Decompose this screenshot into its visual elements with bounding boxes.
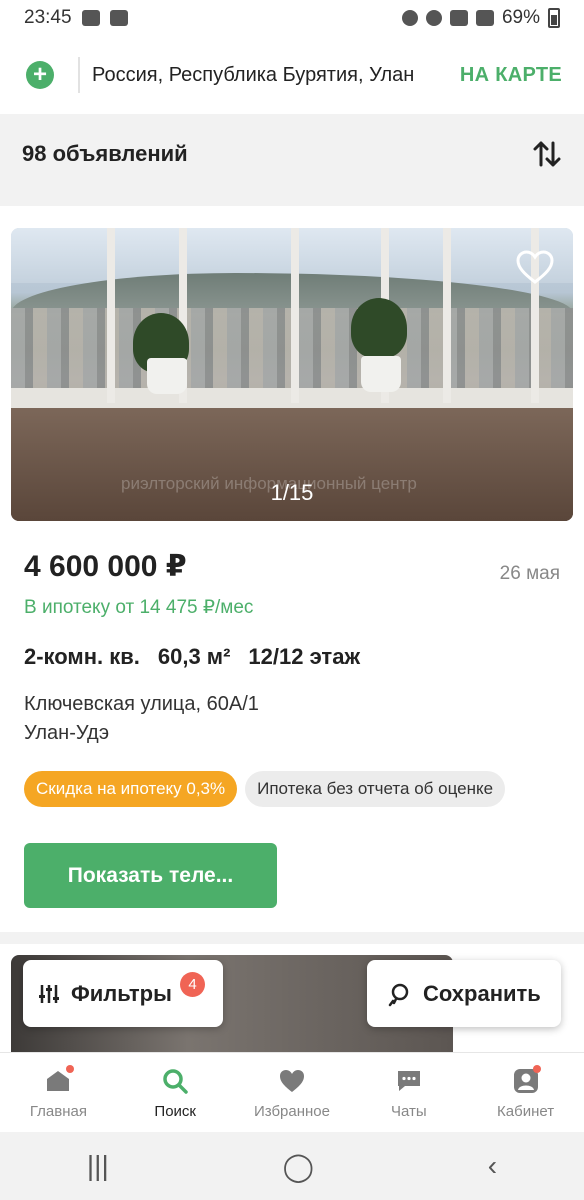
- address-city: Улан-Удэ: [24, 722, 110, 744]
- nav-chats[interactable]: Чаты: [350, 1053, 467, 1132]
- gallery-icon: [81, 10, 100, 26]
- listing-date: 26 мая: [499, 563, 560, 584]
- nav-favorites-label: Избранное: [253, 1103, 330, 1120]
- favorite-heart-icon[interactable]: [515, 248, 555, 288]
- nav-home[interactable]: Главная: [0, 1053, 117, 1132]
- status-bar: 23:45 69%: [0, 0, 584, 36]
- listing-params: 2-комн. кв. 60,3 м² 12/12 этаж: [24, 644, 360, 670]
- tag-discount: Скидка на ипотеку 0,3%: [24, 771, 238, 807]
- location-field[interactable]: Россия, Республика Бурятия, Улан: [92, 64, 436, 87]
- show-phone-button[interactable]: Показать теле...: [24, 843, 277, 908]
- nav-chats-label: Чаты: [390, 1103, 427, 1120]
- rooms: 2-комн. кв.: [24, 644, 140, 669]
- nav-cabinet[interactable]: Кабинет: [467, 1053, 584, 1132]
- heart-icon: [279, 1070, 304, 1092]
- listing-photo[interactable]: риэлторский информационный центр 1/15: [11, 228, 573, 521]
- alarm-icon: [401, 10, 418, 26]
- photo-counter: 1/15: [270, 480, 314, 505]
- filters-count-badge: 4: [180, 972, 205, 997]
- chat-icon: [397, 1071, 420, 1091]
- results-count: 98 объявлений: [22, 141, 188, 166]
- sort-icon[interactable]: [532, 139, 562, 169]
- map-button[interactable]: НА КАРТЕ: [460, 64, 562, 87]
- nav-search-label: Поиск: [154, 1103, 196, 1120]
- filter-sliders-icon: [39, 984, 59, 1003]
- battery-icon: [548, 8, 560, 28]
- divider: [78, 57, 80, 93]
- results-bar: 98 объявлений: [0, 114, 584, 194]
- back-icon[interactable]: ‹: [488, 1150, 497, 1182]
- nav-search[interactable]: Поиск: [117, 1053, 234, 1132]
- listing-card[interactable]: риэлторский информационный центр 1/15 4 …: [0, 206, 584, 932]
- mortgage-link[interactable]: В ипотеку от 14 475 ₽/мес: [24, 596, 253, 619]
- area: 60,3 м²: [157, 644, 231, 669]
- home-circle-icon[interactable]: ◯: [283, 1150, 314, 1183]
- listing-price: 4 600 000 ₽: [24, 550, 187, 583]
- nav-cabinet-label: Кабинет: [497, 1103, 555, 1120]
- search-icon: [163, 1069, 188, 1094]
- add-plus-icon[interactable]: +: [26, 61, 54, 89]
- save-search-icon: [388, 983, 409, 1006]
- filters-label: Фильтры: [71, 980, 172, 1006]
- battery-percent: 69%: [501, 7, 540, 28]
- tag-no-appraisal: Ипотека без отчета об оценке: [245, 771, 506, 807]
- wifi-icon: [449, 10, 468, 26]
- location-icon: [425, 10, 442, 26]
- youtube-icon: [109, 10, 128, 26]
- search-header: + Россия, Республика Бурятия, Улан НА КА…: [0, 36, 584, 114]
- recents-icon[interactable]: |||: [87, 1150, 109, 1182]
- status-time: 23:45: [24, 7, 72, 28]
- system-nav-bar: ||| ◯ ‹: [0, 1132, 584, 1200]
- save-label: Сохранить: [423, 980, 541, 1006]
- save-search-button[interactable]: Сохранить: [367, 960, 561, 1027]
- nav-home-label: Главная: [29, 1103, 87, 1120]
- signal-icon: [475, 10, 494, 26]
- address-street: Ключевская улица, 60А/1: [24, 693, 259, 715]
- listing-tags: Скидка на ипотеку 0,3% Ипотека без отчет…: [24, 771, 506, 807]
- nav-favorites[interactable]: Избранное: [234, 1053, 351, 1132]
- floor: 12/12 этаж: [248, 644, 361, 669]
- bottom-navigation: Главная Поиск Избранное Чаты Кабинет: [0, 1052, 584, 1132]
